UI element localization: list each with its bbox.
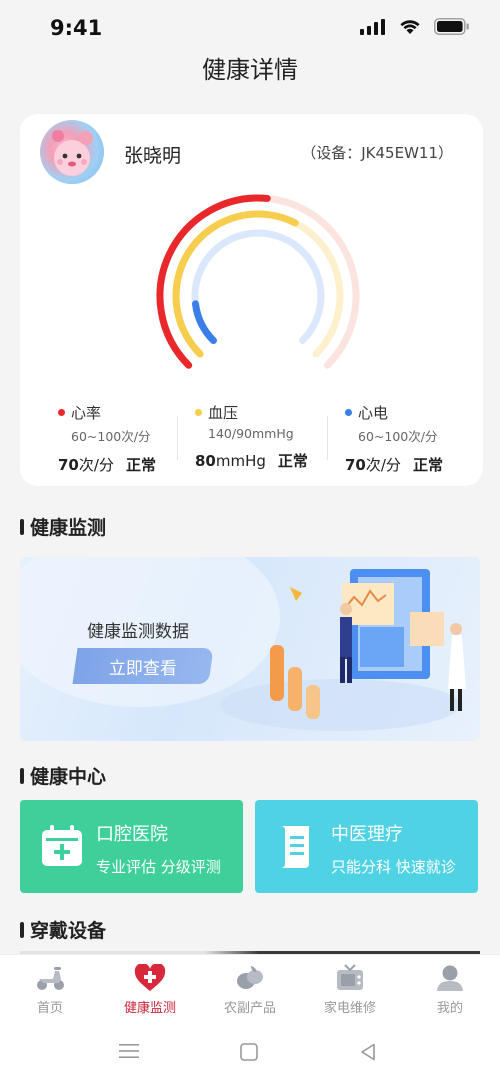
section-title-wearable: 穿戴设备 — [20, 916, 106, 943]
menu-icon[interactable] — [119, 1043, 139, 1059]
card-title: 口腔医院 — [96, 824, 168, 845]
user-icon — [437, 965, 463, 991]
ecg-dot — [345, 409, 352, 416]
section-title-monitor: 健康监测 — [20, 513, 106, 540]
tab-label: 农副产品 — [223, 1001, 276, 1016]
produce-icon — [237, 966, 263, 989]
heart-plus-icon — [134, 964, 166, 991]
metric-label: 心率 — [71, 404, 102, 422]
tab-appliance-repair[interactable]: 家电维修 — [300, 963, 400, 1016]
scroll-icon — [281, 826, 309, 868]
home-square-icon[interactable] — [240, 1043, 258, 1061]
metric-range: 60~100次/分 — [71, 429, 151, 444]
monitor-banner[interactable]: 健康监测数据 立即查看 — [20, 557, 480, 741]
metric-label: 血压 — [208, 404, 239, 422]
scooter-icon — [37, 967, 64, 990]
tcm-therapy-card[interactable]: 中医理疗 只能分科 快速就诊 — [255, 800, 478, 893]
view-now-button[interactable]: 立即查看 — [72, 648, 214, 684]
metric-range: 140/90mmHg — [208, 426, 294, 441]
tab-label: 家电维修 — [323, 1001, 376, 1016]
metric-status: 正常 — [125, 456, 156, 474]
tv-icon — [337, 964, 363, 990]
section-marker — [20, 767, 24, 784]
tab-label: 首页 — [36, 1001, 63, 1016]
calendar-plus-icon — [42, 825, 82, 866]
section-marker — [20, 518, 24, 535]
banner-title: 健康监测数据 — [87, 622, 189, 642]
heart-rate-dot — [58, 409, 65, 416]
section-marker — [20, 921, 24, 938]
health-summary-card: 张晓明 （设备：JK45EW11） 心率 60~100次/分 70次/分 正常 血… — [20, 114, 483, 486]
metric-blood-pressure: 血压 140/90mmHg 80mmHg 正常 — [195, 402, 325, 471]
back-triangle-icon[interactable] — [360, 1043, 376, 1061]
gauge-progress-2 — [192, 300, 217, 345]
system-nav-bar — [0, 1024, 500, 1083]
signal-icon — [360, 18, 385, 35]
divider — [177, 416, 178, 460]
page-title: 健康详情 — [202, 56, 298, 84]
metric-range: 60~100次/分 — [358, 429, 438, 444]
status-time: 9:41 — [50, 16, 103, 40]
card-subtitle: 只能分科 快速就诊 — [331, 858, 456, 876]
tab-label: 我的 — [436, 1001, 463, 1016]
tab-label: 健康监测 — [123, 1001, 176, 1016]
metric-value: 70次/分 正常 — [58, 456, 156, 474]
tab-produce[interactable]: 农副产品 — [200, 963, 300, 1016]
bottom-tab-bar: 首页 健康监测 农副产品 家电维修 我的 — [0, 954, 500, 1024]
metric-value: 80mmHg 正常 — [195, 452, 308, 470]
metric-status: 正常 — [412, 456, 443, 474]
health-gauge — [156, 194, 360, 369]
metric-label: 心电 — [358, 404, 389, 422]
tab-profile[interactable]: 我的 — [400, 963, 500, 1016]
card-title: 中医理疗 — [331, 824, 403, 845]
gauge-track-2 — [191, 229, 325, 345]
tab-health-monitor[interactable]: 健康监测 — [100, 963, 200, 1016]
wifi-icon — [400, 20, 420, 34]
section-title-center: 健康中心 — [20, 762, 106, 789]
dental-hospital-card[interactable]: 口腔医院 专业评估 分级评测 — [20, 800, 243, 893]
tab-home[interactable]: 首页 — [0, 963, 100, 1016]
blood-pressure-dot — [195, 409, 202, 416]
status-icons — [360, 18, 470, 35]
metric-heart-rate: 心率 60~100次/分 70次/分 正常 — [58, 402, 188, 475]
metric-value: 70次/分 正常 — [345, 456, 443, 474]
battery-icon — [434, 18, 469, 35]
metric-status: 正常 — [277, 452, 308, 470]
card-subtitle: 专业评估 分级评测 — [96, 858, 221, 876]
metric-ecg: 心电 60~100次/分 70次/分 正常 — [345, 402, 475, 475]
divider — [327, 416, 328, 460]
